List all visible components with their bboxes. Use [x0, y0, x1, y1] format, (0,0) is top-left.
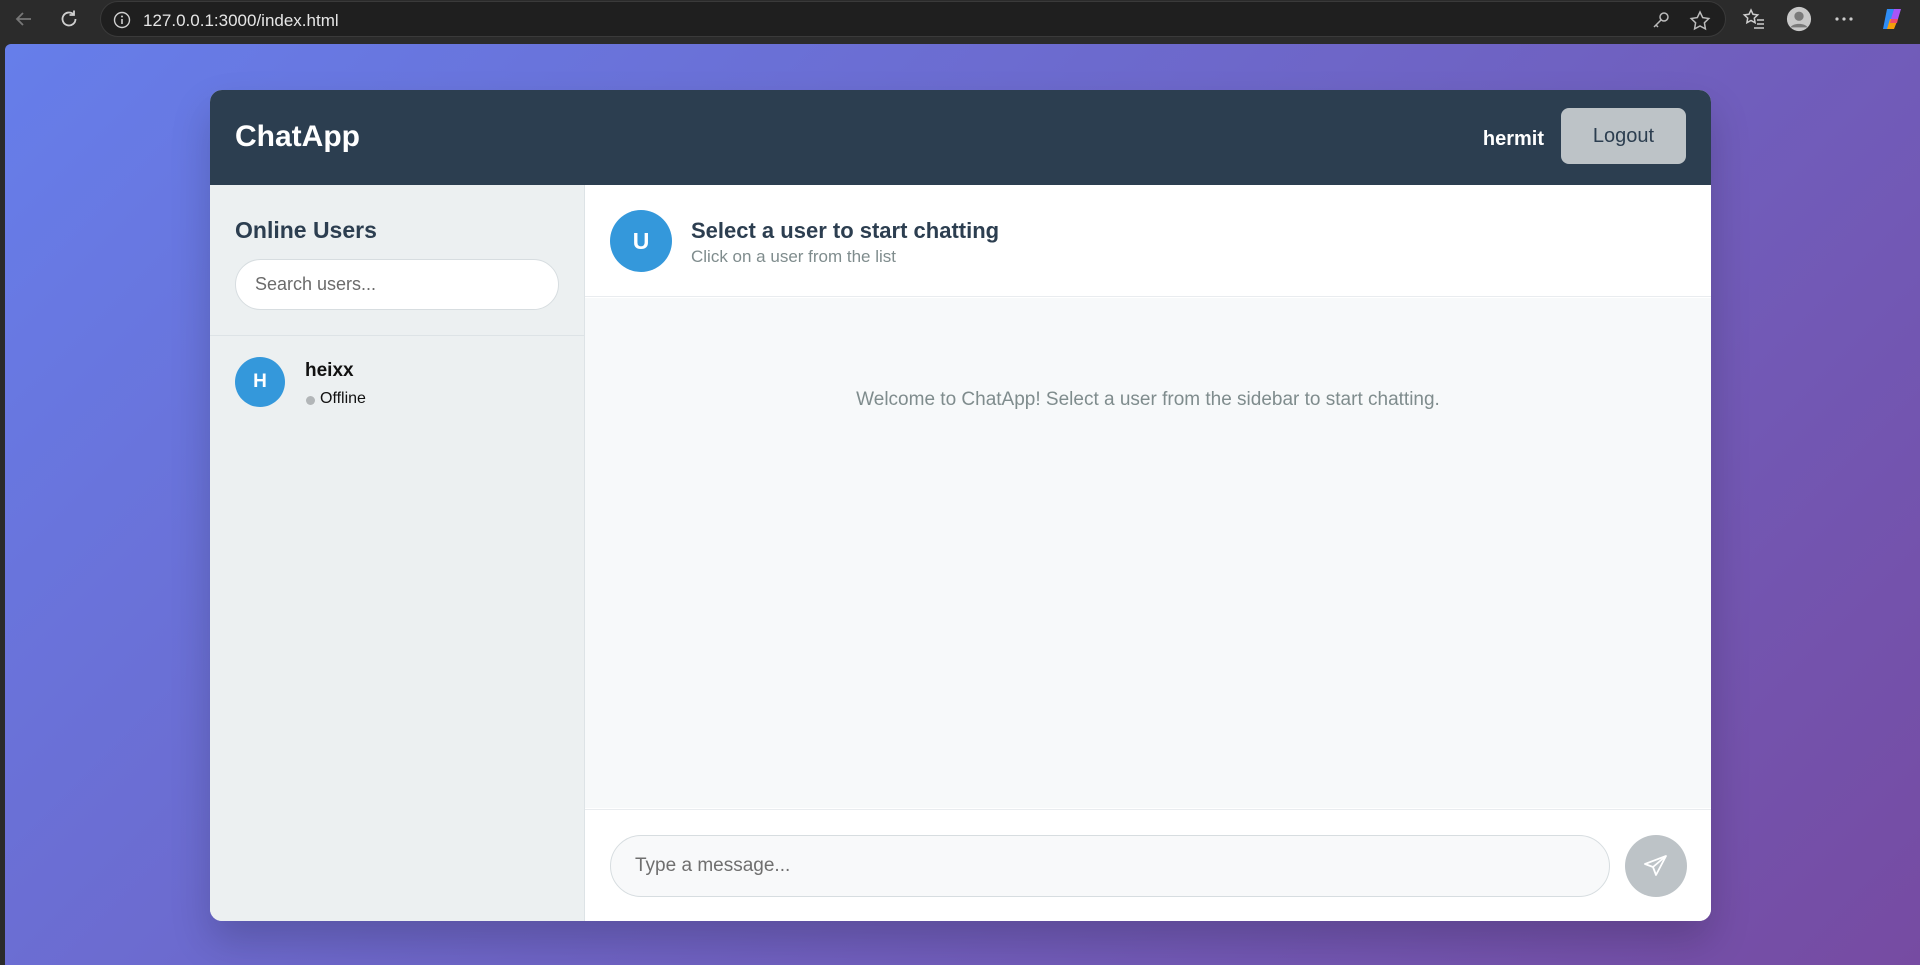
star-icon[interactable]	[1689, 10, 1711, 37]
logout-button[interactable]: Logout	[1561, 108, 1686, 164]
welcome-message: Welcome to ChatApp! Select a user from t…	[856, 389, 1440, 410]
back-icon[interactable]	[11, 6, 37, 32]
browser-toolbar: 127.0.0.1:3000/index.html	[0, 0, 1920, 38]
message-composer	[585, 809, 1711, 921]
chat-header: U Select a user to start chatting Click …	[585, 185, 1711, 297]
chat-partner-avatar: U	[610, 210, 672, 272]
sidebar-title: Online Users	[235, 217, 377, 243]
user-status: Offline	[320, 390, 366, 407]
user-avatar: H	[235, 357, 285, 407]
search-users-input[interactable]	[235, 259, 559, 310]
favorites-icon[interactable]	[1741, 6, 1767, 32]
chat-subtitle: Click on a user from the list	[691, 247, 897, 266]
status-dot-icon	[306, 396, 315, 405]
user-list-item[interactable]: H heixx Offline	[210, 336, 585, 422]
chat-panel: U Select a user to start chatting Click …	[585, 185, 1711, 921]
key-icon[interactable]	[1651, 10, 1671, 35]
send-button[interactable]	[1625, 835, 1687, 897]
page-background: ChatApp hermit Logout Online Users H hei…	[5, 44, 1920, 965]
current-username: hermit	[1482, 128, 1544, 150]
url-text: 127.0.0.1:3000/index.html	[143, 11, 339, 30]
profile-icon[interactable]	[1786, 6, 1812, 32]
send-icon	[1644, 855, 1667, 876]
info-icon[interactable]	[113, 11, 131, 34]
chat-title: Select a user to start chatting	[691, 218, 1000, 243]
app-logo: ChatApp	[235, 120, 360, 153]
more-icon[interactable]	[1831, 6, 1857, 32]
address-bar[interactable]: 127.0.0.1:3000/index.html	[100, 1, 1726, 37]
chat-app-window: ChatApp hermit Logout Online Users H hei…	[210, 90, 1711, 921]
app-header: ChatApp hermit Logout	[210, 90, 1711, 185]
reload-icon[interactable]	[56, 6, 82, 32]
message-input[interactable]	[610, 835, 1610, 897]
sidebar: Online Users H heixx Offline	[210, 185, 585, 921]
messages-area: Welcome to ChatApp! Select a user from t…	[585, 298, 1711, 808]
user-name: heixx	[305, 360, 354, 381]
copilot-icon[interactable]	[1879, 6, 1905, 32]
